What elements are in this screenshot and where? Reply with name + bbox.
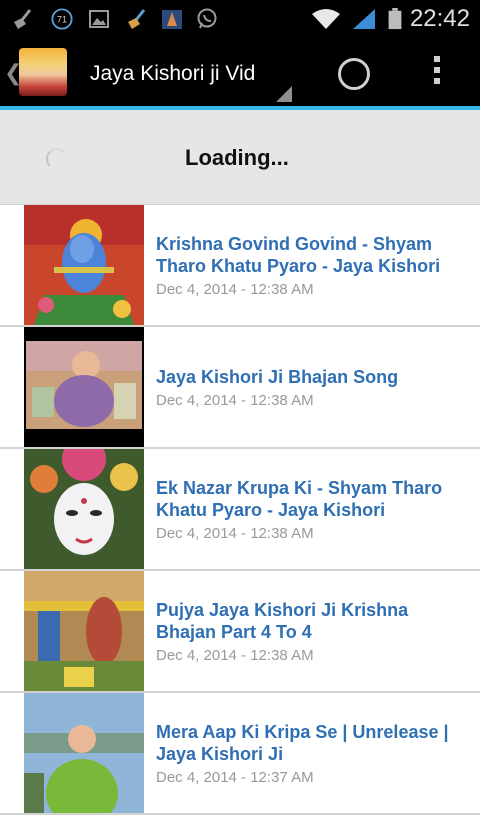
loading-banner: Loading...: [0, 110, 480, 205]
list-item-text: Mera Aap Ki Kripa Se | Unrelease | Jaya …: [156, 693, 464, 813]
image-icon: [89, 10, 109, 28]
video-list: Krishna Govind Govind - Shyam Tharo Khat…: [0, 205, 480, 815]
notification-count: 71: [57, 15, 67, 25]
video-date: Dec 4, 2014 - 12:38 AM: [156, 391, 314, 409]
loading-spinner-icon: [338, 58, 370, 90]
broom-icon: [14, 9, 32, 29]
video-date: Dec 4, 2014 - 12:38 AM: [156, 524, 314, 542]
list-item-text: Pujya Jaya Kishori Ji Krishna Bhajan Par…: [156, 571, 464, 691]
list-item[interactable]: Ek Nazar Krupa Ki - Shyam Tharo Khatu Py…: [0, 449, 480, 571]
list-item[interactable]: Pujya Jaya Kishori Ji Krishna Bhajan Par…: [0, 571, 480, 693]
progress-spinner-icon: [46, 148, 68, 170]
dropdown-triangle-icon[interactable]: [276, 86, 292, 102]
video-thumbnail: [24, 205, 144, 325]
video-date: Dec 4, 2014 - 12:37 AM: [156, 768, 314, 786]
list-item-text: Ek Nazar Krupa Ki - Shyam Tharo Khatu Py…: [156, 449, 464, 569]
temple-icon: [162, 10, 182, 29]
loading-text: Loading...: [185, 145, 289, 170]
video-date: Dec 4, 2014 - 12:38 AM: [156, 280, 314, 298]
wifi-icon: [312, 9, 340, 29]
status-time: 22:42: [409, 5, 470, 32]
signal-icon: [353, 9, 375, 29]
list-item-text: Jaya Kishori Ji Bhajan Song Dec 4, 2014 …: [156, 327, 464, 447]
video-thumbnail: [24, 693, 144, 813]
video-title[interactable]: Pujya Jaya Kishori Ji Krishna Bhajan Par…: [156, 599, 464, 643]
list-item[interactable]: Mera Aap Ki Kripa Se | Unrelease | Jaya …: [0, 693, 480, 815]
action-bar: ❮ Jaya Kishori ji Vid: [0, 38, 480, 106]
overflow-menu-icon[interactable]: [432, 56, 442, 90]
battery-icon: [388, 8, 402, 30]
video-date: Dec 4, 2014 - 12:38 AM: [156, 646, 314, 664]
list-item[interactable]: Jaya Kishori Ji Bhajan Song Dec 4, 2014 …: [0, 327, 480, 449]
status-bar: 71 22:42: [0, 0, 480, 38]
list-item[interactable]: Krishna Govind Govind - Shyam Tharo Khat…: [0, 205, 480, 327]
video-title[interactable]: Jaya Kishori Ji Bhajan Song: [156, 366, 464, 388]
list-item-text: Krishna Govind Govind - Shyam Tharo Khat…: [156, 205, 464, 325]
app-avatar-icon[interactable]: [19, 48, 67, 96]
video-thumbnail: [24, 449, 144, 569]
count-badge-icon: 71: [51, 8, 73, 30]
video-thumbnail: [24, 571, 144, 691]
video-thumbnail: [24, 327, 144, 447]
screen-title[interactable]: Jaya Kishori ji Vid: [90, 62, 262, 90]
video-title[interactable]: Mera Aap Ki Kripa Se | Unrelease | Jaya …: [156, 721, 464, 765]
video-title[interactable]: Ek Nazar Krupa Ki - Shyam Tharo Khatu Py…: [156, 477, 464, 521]
video-title[interactable]: Krishna Govind Govind - Shyam Tharo Khat…: [156, 233, 464, 277]
broom-icon: [128, 9, 146, 29]
whatsapp-icon: [197, 8, 217, 29]
